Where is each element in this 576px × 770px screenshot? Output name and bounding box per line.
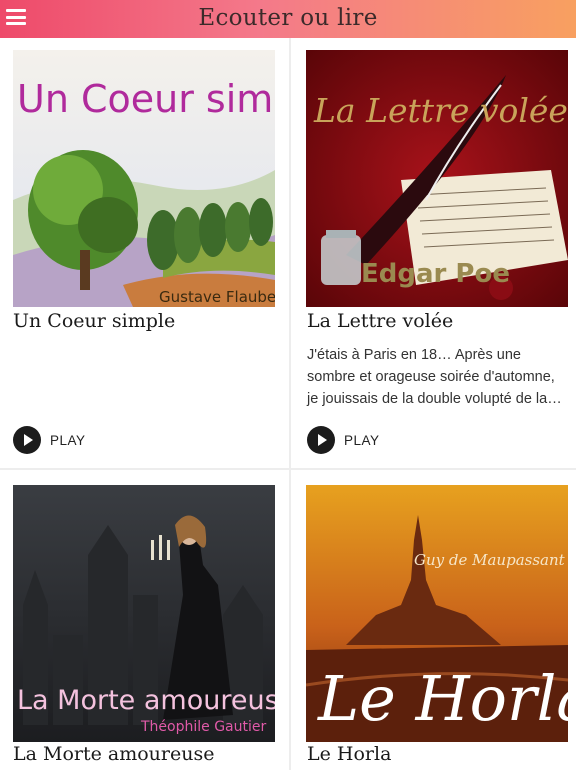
book-card-un-coeur-simple[interactable]: Un Coeur simple Gustave Flaubert Un Coeu… (0, 38, 289, 468)
page-title: Ecouter ou lire (198, 5, 378, 31)
book-description: J'étais à Paris en 18… Après une sombre … (307, 347, 562, 407)
book-cover-image[interactable]: La Lettre volée Edgar Poe (306, 50, 568, 307)
cover-title-text: Le Horla (317, 662, 568, 735)
play-button[interactable]: PLAY (307, 426, 380, 454)
cover-title-text: La Morte amoureuse (17, 685, 275, 716)
book-card-la-lettre-volee[interactable]: La Lettre volée Edgar Poe La Lettre volé… (291, 38, 576, 468)
top-app-bar: Ecouter ou lire (0, 0, 576, 38)
book-card-le-horla[interactable]: Guy de Maupassant Le Horla Le Horla (291, 470, 576, 770)
play-button[interactable]: PLAY (13, 426, 86, 454)
book-title[interactable]: La Morte amoureuse (13, 743, 214, 765)
cover-author-text: Gustave Flaubert (159, 288, 275, 306)
book-title[interactable]: Le Horla (307, 743, 391, 765)
book-card-la-morte-amoureuse[interactable]: La Morte amoureuse Théophile Gautier La … (0, 470, 289, 770)
cover-author-text: Guy de Maupassant (414, 551, 566, 569)
play-circle-icon[interactable] (307, 426, 335, 454)
play-circle-icon[interactable] (13, 426, 41, 454)
book-cover-image[interactable]: Un Coeur simple Gustave Flaubert (13, 50, 275, 307)
cover-author-text: Théophile Gautier (140, 719, 266, 735)
cover-author-text: Edgar Poe (361, 259, 510, 289)
book-title[interactable]: La Lettre volée (307, 310, 453, 332)
play-label[interactable]: PLAY (344, 433, 380, 448)
cover-title-text: La Lettre volée (313, 91, 568, 130)
book-cover-image[interactable]: Guy de Maupassant Le Horla (306, 485, 568, 742)
book-grid: Un Coeur simple Gustave Flaubert Un Coeu… (0, 38, 576, 770)
book-title[interactable]: Un Coeur simple (13, 310, 175, 332)
cover-title-text: Un Coeur simple (17, 77, 275, 121)
play-label[interactable]: PLAY (50, 433, 86, 448)
book-cover-image[interactable]: La Morte amoureuse Théophile Gautier (13, 485, 275, 742)
